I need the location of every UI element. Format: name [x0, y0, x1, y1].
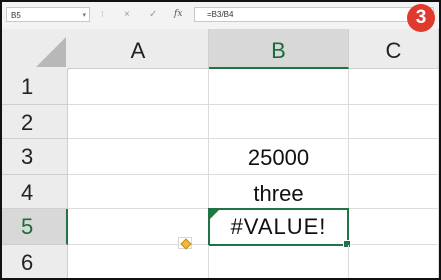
- insert-function-button[interactable]: fx: [174, 7, 182, 22]
- row-header-6[interactable]: 6: [2, 245, 68, 278]
- formula-bar: B5 ▾ ⁝ × ✓ fx =B3/B4: [2, 2, 439, 30]
- cell-c6[interactable]: [349, 245, 439, 278]
- cell-b5-active[interactable]: #VALUE!: [208, 208, 351, 248]
- select-all-triangle-icon: [36, 37, 66, 67]
- cell-c4[interactable]: [349, 175, 439, 209]
- error-indicator-triangle: [210, 210, 219, 219]
- column-header-a[interactable]: A: [68, 29, 209, 69]
- cell-a3[interactable]: [68, 139, 209, 175]
- cell-b6[interactable]: [209, 245, 349, 278]
- cell-c3[interactable]: [349, 139, 439, 175]
- name-box-value: B5: [11, 11, 21, 20]
- step-number-badge: 3: [407, 4, 435, 32]
- row-header-3[interactable]: 3: [2, 139, 68, 175]
- cell-c2[interactable]: [349, 105, 439, 139]
- row-header-5[interactable]: 5: [2, 209, 68, 245]
- cell-c1[interactable]: [349, 69, 439, 105]
- row-header-2[interactable]: 2: [2, 105, 68, 139]
- warning-diamond-icon: [180, 238, 192, 250]
- cell-b4[interactable]: three: [209, 175, 349, 209]
- name-box[interactable]: B5 ▾: [6, 7, 90, 22]
- cell-b2[interactable]: [209, 105, 349, 139]
- chevron-down-icon[interactable]: ▾: [82, 8, 86, 23]
- worksheet-grid: A B C 1 2 3 25000 4 three 5 #VALUE! 6: [2, 29, 439, 278]
- cell-b5-value: #VALUE!: [230, 214, 327, 239]
- cell-a2[interactable]: [68, 105, 209, 139]
- cell-a6[interactable]: [68, 245, 209, 278]
- cell-c5[interactable]: [349, 209, 439, 245]
- cell-a1[interactable]: [68, 69, 209, 105]
- row-header-1[interactable]: 1: [2, 69, 68, 105]
- formula-bar-separator: ⁝: [101, 9, 104, 19]
- column-header-c[interactable]: C: [349, 29, 439, 69]
- spreadsheet-window: B5 ▾ ⁝ × ✓ fx =B3/B4 A B C 1 2 3 25000 4…: [0, 0, 441, 280]
- column-header-b[interactable]: B: [209, 29, 349, 69]
- cancel-icon[interactable]: ×: [124, 7, 130, 22]
- select-all-corner[interactable]: [2, 29, 69, 70]
- cell-a4[interactable]: [68, 175, 209, 209]
- error-smart-tag-button[interactable]: [178, 237, 192, 250]
- cell-b1[interactable]: [209, 69, 349, 105]
- formula-input[interactable]: =B3/B4: [194, 7, 434, 22]
- row-header-4[interactable]: 4: [2, 175, 68, 209]
- enter-check-icon[interactable]: ✓: [149, 7, 157, 22]
- cell-b3[interactable]: 25000: [209, 139, 349, 175]
